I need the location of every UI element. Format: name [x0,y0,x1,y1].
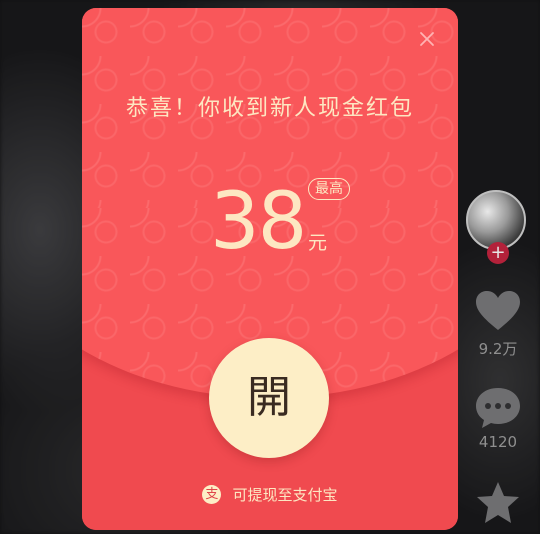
open-packet-button[interactable]: 開 [209,338,329,458]
red-packet-modal: 恭喜！你收到新人现金红包 38 最高 元 開 支 可提现至支付宝 [82,8,458,530]
withdraw-note: 支 可提现至支付宝 [82,484,458,508]
amount-unit: 元 [308,232,328,254]
alipay-icon: 支 [202,485,222,504]
star-icon[interactable] [474,480,522,526]
close-icon[interactable] [416,28,438,50]
withdraw-note-text: 可提现至支付宝 [232,486,338,504]
creator-avatar[interactable] [466,190,526,250]
comment-count: 4120 [478,433,518,451]
max-badge: 最高 [308,178,350,200]
packet-amount: 38 最高 元 [82,177,458,270]
video-screen: + 9.2万 4120 恭喜！你收到新人现金红包 38 最高 元 開 支 可提现… [0,0,540,534]
packet-headline: 恭喜！你收到新人现金红包 [125,96,414,121]
follow-button[interactable]: + [487,242,509,264]
comment-icon[interactable] [474,386,522,430]
like-count: 9.2万 [478,340,518,358]
amount-value: 38 [210,177,307,267]
heart-icon[interactable] [475,290,521,332]
